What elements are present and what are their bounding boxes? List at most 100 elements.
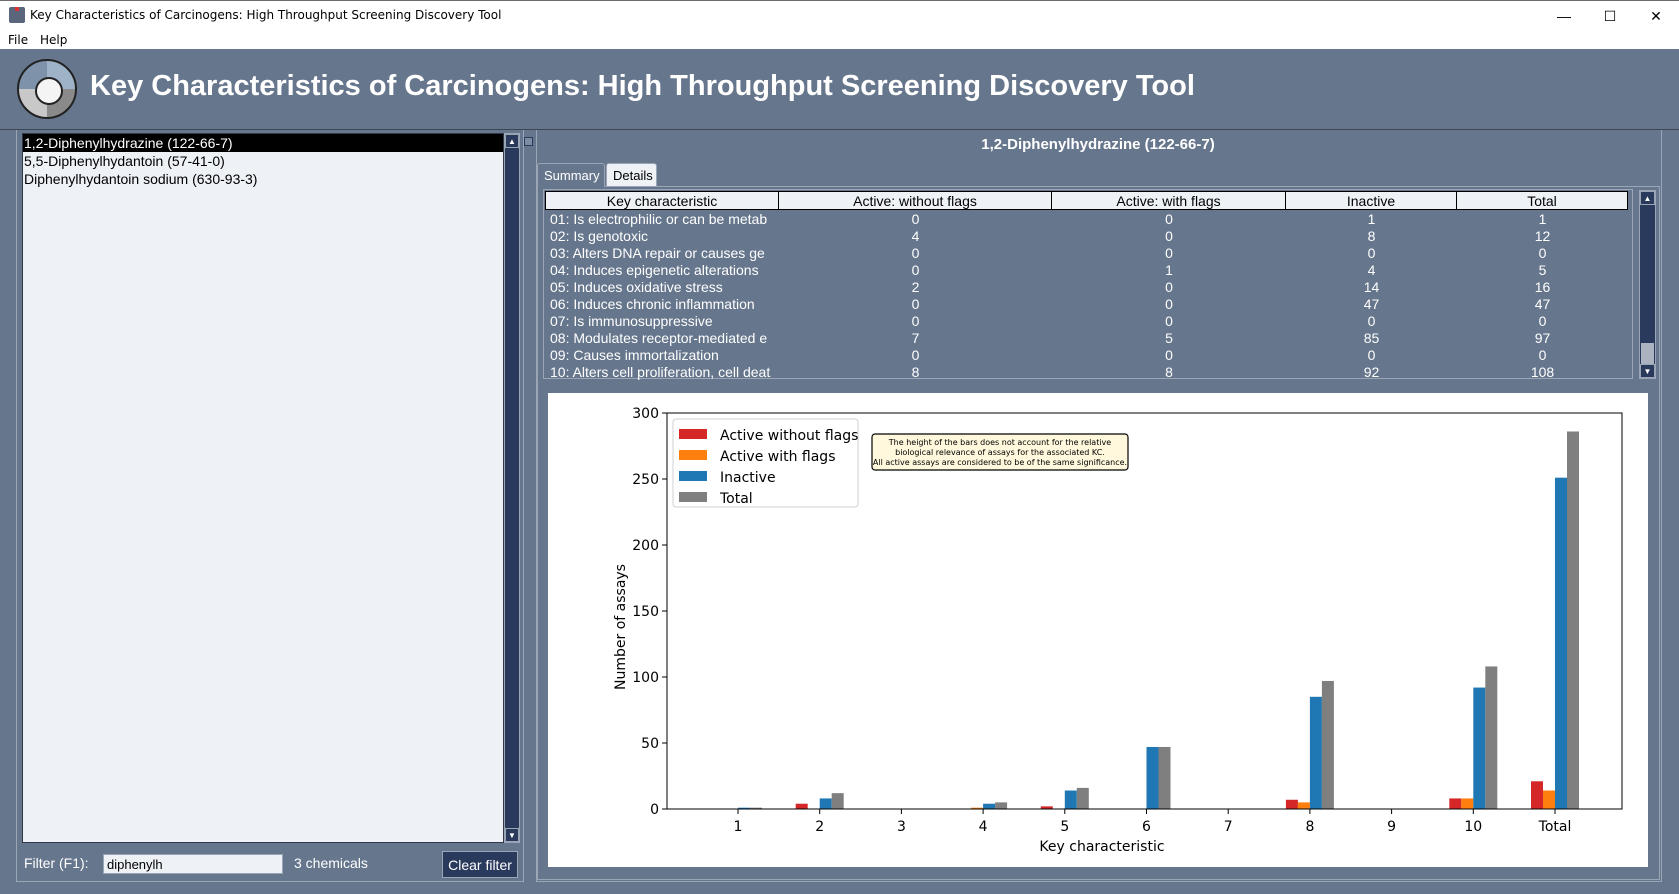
annotation-line: The height of the bars does not account … bbox=[888, 438, 1112, 447]
count-cell: 8 bbox=[911, 364, 920, 380]
menu-file[interactable]: File bbox=[8, 33, 28, 47]
scroll-up-icon[interactable]: ▲ bbox=[1640, 191, 1655, 205]
key-characteristic-cell: 04: Induces epigenetic alterations bbox=[550, 262, 759, 278]
count-cell: 0 bbox=[911, 347, 920, 363]
count-cell: 0 bbox=[1367, 347, 1376, 363]
table-row[interactable]: 03: Alters DNA repair or causes ge 0 0 0 0 bbox=[545, 245, 1628, 262]
bar-chart: 0 50 100 150 200 250 300 1 2 3 4 5 6 7 8 9 10 Total Numbe… bbox=[613, 406, 1623, 855]
key-characteristic-cell: 01: Is electrophilic or can be metab bbox=[550, 211, 768, 227]
clear-filter-button[interactable]: Clear filter bbox=[442, 851, 518, 878]
chemical-list-item[interactable]: Diphenylhydantoin sodium (630-93-3) bbox=[23, 170, 503, 188]
menu-help[interactable]: Help bbox=[40, 33, 67, 47]
x-tick-label: 8 bbox=[1305, 819, 1314, 835]
table-row[interactable]: 09: Causes immortalization 0 0 0 0 bbox=[545, 347, 1628, 364]
table-row[interactable]: 01: Is electrophilic or can be metab 0 0 1 1 bbox=[545, 211, 1628, 228]
count-cell: 0 bbox=[911, 245, 920, 261]
y-tick-label: 100 bbox=[632, 670, 659, 686]
table-row[interactable]: 10: Alters cell proliferation, cell deat… bbox=[545, 364, 1628, 381]
legend-entry: Inactive bbox=[720, 470, 776, 486]
legend-swatch bbox=[679, 492, 707, 502]
count-cell: 0 bbox=[1165, 296, 1173, 312]
count-cell: 0 bbox=[1165, 279, 1173, 295]
bar-total-5 bbox=[1076, 787, 1089, 809]
y-tick-label: 200 bbox=[632, 538, 659, 554]
key-characteristic-cell: 08: Modulates receptor-mediated e bbox=[550, 330, 768, 346]
count-cell: 2 bbox=[911, 279, 920, 295]
x-tick-label: 3 bbox=[897, 819, 906, 835]
x-tick-label: 1 bbox=[734, 819, 743, 835]
count-cell: 0 bbox=[1367, 245, 1376, 261]
count-cell: 0 bbox=[1165, 313, 1173, 329]
bar-active-with-flags-10 bbox=[1461, 798, 1474, 809]
close-icon: ✕ bbox=[1650, 7, 1662, 24]
column-header-total[interactable]: Total bbox=[1457, 191, 1628, 210]
minimize-button[interactable]: — bbox=[1541, 1, 1587, 31]
y-tick-label: 150 bbox=[632, 604, 659, 620]
scroll-down-icon[interactable]: ▼ bbox=[505, 828, 519, 842]
count-cell: 0 bbox=[1165, 228, 1173, 244]
table-row[interactable]: 04: Induces epigenetic alterations 0 1 4 5 bbox=[545, 262, 1628, 279]
key-characteristic-cell: 05: Induces oxidative stress bbox=[550, 279, 723, 295]
chemical-list-item[interactable]: 5,5-Diphenylhydantoin (57-41-0) bbox=[23, 152, 503, 170]
filter-input[interactable] bbox=[103, 854, 283, 874]
count-cell: 0 bbox=[1367, 313, 1376, 329]
banner-heading: Key Characteristics of Carcinogens: High… bbox=[90, 70, 1195, 102]
column-header-inactive[interactable]: Inactive bbox=[1286, 191, 1457, 210]
table-row[interactable]: 07: Is immunosuppressive 0 0 0 0 bbox=[545, 313, 1628, 330]
count-cell: 0 bbox=[1165, 347, 1173, 363]
close-button[interactable]: ✕ bbox=[1633, 1, 1679, 31]
table-row[interactable]: 02: Is genotoxic 4 0 8 12 bbox=[545, 228, 1628, 245]
window-title-bar: Key Characteristics of Carcinogens: High… bbox=[0, 0, 1679, 30]
legend-swatch bbox=[679, 471, 707, 481]
count-cell: 0 bbox=[1538, 245, 1547, 261]
bar-active-with-flags-total bbox=[1543, 790, 1555, 809]
count-cell: 0 bbox=[1538, 313, 1547, 329]
scrollbar-thumb[interactable] bbox=[1641, 343, 1654, 364]
count-cell: 0 bbox=[1165, 245, 1173, 261]
filter-label: Filter (F1): bbox=[24, 855, 89, 871]
scroll-up-icon[interactable]: ▲ bbox=[505, 134, 519, 148]
y-axis-label: Number of assays bbox=[613, 564, 629, 690]
bar-total-4 bbox=[995, 802, 1008, 809]
count-cell: 0 bbox=[911, 262, 920, 278]
table-scrollbar[interactable]: ▲ ▼ bbox=[1639, 190, 1656, 379]
chemical-list[interactable]: 1,2-Diphenylhydrazine (122-66-7) 5,5-Dip… bbox=[22, 133, 504, 843]
maximize-icon: ☐ bbox=[1603, 7, 1617, 24]
x-tick-label: 2 bbox=[815, 819, 824, 835]
bar-total-6 bbox=[1158, 746, 1171, 809]
table-row[interactable]: 05: Induces oxidative stress 2 0 14 16 bbox=[545, 279, 1628, 296]
table-row[interactable]: 06: Induces chronic inflammation 0 0 47 47 bbox=[545, 296, 1628, 313]
count-cell: 12 bbox=[1534, 228, 1551, 244]
count-cell: 1 bbox=[1367, 211, 1376, 227]
menu-bar: File Help bbox=[0, 30, 1679, 49]
window-title: Key Characteristics of Carcinogens: High… bbox=[30, 8, 502, 22]
bar-total-2 bbox=[831, 793, 844, 809]
splitter-handle[interactable] bbox=[524, 137, 533, 146]
tab-summary[interactable]: Summary bbox=[537, 163, 605, 187]
scroll-down-icon[interactable]: ▼ bbox=[1640, 364, 1655, 378]
key-characteristic-cell: 07: Is immunosuppressive bbox=[550, 313, 713, 329]
key-characteristic-cell: 03: Alters DNA repair or causes ge bbox=[550, 245, 765, 261]
column-header-key-characteristic[interactable]: Key characteristic bbox=[545, 191, 779, 210]
x-tick-label: 9 bbox=[1387, 819, 1396, 835]
column-header-active-with-flags[interactable]: Active: with flags bbox=[1052, 191, 1286, 210]
chemical-list-item[interactable]: 1,2-Diphenylhydrazine (122-66-7) bbox=[23, 134, 503, 152]
legend-entry: Total bbox=[719, 491, 753, 507]
x-tick-label: 10 bbox=[1464, 819, 1482, 835]
maximize-button[interactable]: ☐ bbox=[1587, 1, 1633, 31]
count-cell: 0 bbox=[911, 211, 920, 227]
x-tick-label: 7 bbox=[1224, 819, 1233, 835]
table-row[interactable]: 08: Modulates receptor-mediated e 7 5 85 97 bbox=[545, 330, 1628, 347]
y-tick-label: 50 bbox=[641, 736, 659, 752]
tab-details[interactable]: Details bbox=[606, 163, 657, 186]
bar-inactive-4 bbox=[983, 803, 996, 809]
count-cell: 108 bbox=[1530, 364, 1555, 380]
column-header-active-without-flags[interactable]: Active: without flags bbox=[779, 191, 1052, 210]
table-header: Key characteristic Active: without flags… bbox=[545, 191, 1628, 210]
chart-annotation: The height of the bars does not account … bbox=[871, 433, 1129, 471]
annotation-line: biological relevance of assays for the a… bbox=[895, 448, 1105, 457]
bar-total-10 bbox=[1485, 666, 1498, 809]
count-cell: 47 bbox=[1363, 296, 1380, 312]
count-cell: 0 bbox=[1165, 211, 1173, 227]
chemical-list-scrollbar[interactable]: ▲ ▼ bbox=[504, 133, 520, 843]
